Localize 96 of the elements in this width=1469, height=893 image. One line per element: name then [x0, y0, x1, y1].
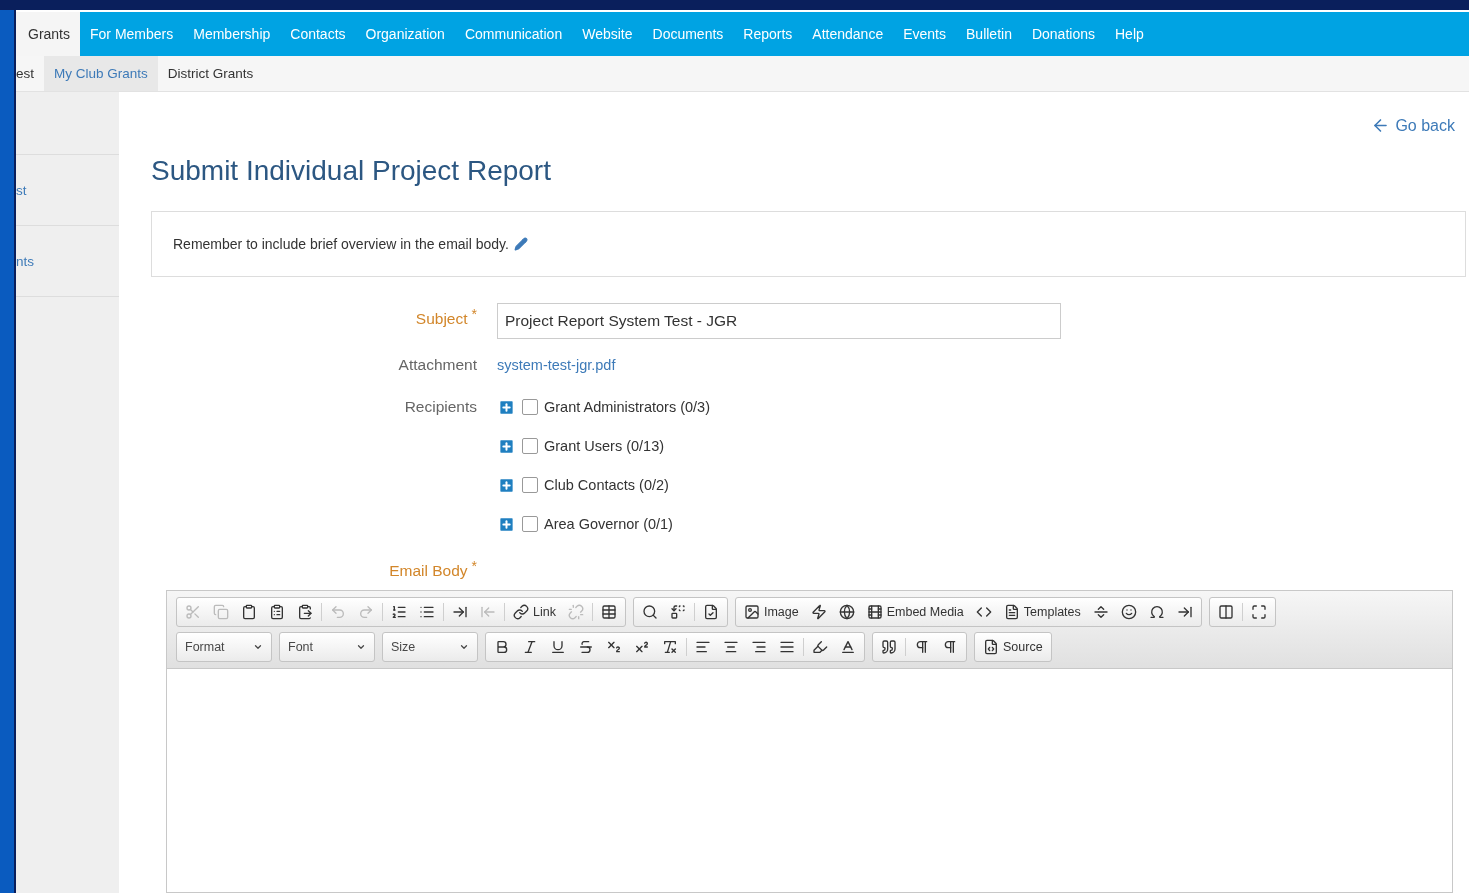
- italic-icon: [522, 639, 538, 655]
- checkbox-label: Grant Administrators (0/3): [544, 399, 710, 415]
- subnav-tab[interactable]: District Grants: [157, 56, 264, 91]
- nav-tab[interactable]: Events: [893, 12, 956, 56]
- pencil-icon[interactable]: [513, 237, 528, 251]
- unlink-icon: [567, 604, 584, 620]
- attachment-link[interactable]: system-test-jgr.pdf: [497, 349, 616, 373]
- indent-icon: [452, 604, 468, 620]
- replace-icon: [669, 604, 686, 620]
- smiley-icon: [1120, 604, 1137, 620]
- superscript-icon: [634, 639, 650, 655]
- source-icon: [983, 639, 999, 655]
- caret-icon: [459, 642, 469, 652]
- quote-icon: [881, 639, 897, 655]
- paste-icon: [241, 604, 257, 620]
- bold-icon: [494, 639, 510, 655]
- dropdown[interactable]: Format: [177, 633, 271, 661]
- nav-tab[interactable]: For Members: [80, 12, 184, 56]
- notice-text: Remember to include brief overview in the email body.: [173, 236, 509, 252]
- toolbar-button[interactable]: Link: [507, 600, 562, 624]
- checkbox[interactable]: [522, 438, 538, 454]
- toolbar-button[interactable]: Source: [977, 635, 1049, 659]
- omega-icon: [1148, 604, 1165, 620]
- nav-tab[interactable]: Documents: [642, 12, 734, 56]
- checkbox[interactable]: [522, 399, 538, 415]
- film-icon: [866, 604, 883, 620]
- paste-word-icon: [297, 604, 313, 620]
- table-icon: [600, 604, 617, 620]
- copy-icon: [213, 604, 229, 620]
- align-left-icon: [695, 639, 711, 655]
- nav-tab[interactable]: Communication: [454, 12, 573, 56]
- bulleted-list-icon: [419, 604, 435, 620]
- nav-tab[interactable]: Membership: [183, 12, 281, 56]
- redo-icon: [358, 604, 374, 620]
- nav-tab[interactable]: Help: [1105, 12, 1154, 56]
- iframe-icon: [975, 604, 992, 620]
- globe-icon: [838, 604, 855, 620]
- horizontal-line-icon: [1092, 604, 1109, 620]
- left-to-right-icon: [914, 639, 930, 655]
- document-icon: [1003, 604, 1020, 620]
- strikethrough-icon: [578, 639, 594, 655]
- undo-icon: [330, 604, 346, 620]
- spellcheck-icon: [702, 604, 719, 620]
- subject-field[interactable]: Project Report System Test - JGR: [497, 303, 1061, 339]
- checkbox-label: Grant Users (0/13): [544, 438, 665, 454]
- caret-icon: [253, 642, 263, 652]
- underline-icon: [550, 639, 566, 655]
- nav-tab[interactable]: Donations: [1021, 12, 1105, 56]
- sidebar-item[interactable]: st: [16, 155, 119, 226]
- dropdown[interactable]: Size: [383, 633, 477, 661]
- page-break-icon: [1176, 604, 1193, 620]
- text-color-icon: [840, 639, 856, 655]
- remove-format-icon: [662, 639, 678, 655]
- checkbox[interactable]: [522, 516, 538, 532]
- search-icon: [641, 604, 658, 620]
- toolbar-button[interactable]: Embed Media: [860, 600, 970, 624]
- checkbox-label: Club Contacts (0/2): [544, 477, 669, 493]
- maximize-icon: [1250, 604, 1267, 620]
- checkbox-label: Area Governor (0/1): [544, 516, 673, 532]
- dropdown[interactable]: Font: [280, 633, 374, 661]
- checkbox[interactable]: [522, 477, 538, 493]
- toolbar-button[interactable]: Templates: [997, 600, 1087, 624]
- numbered-list-icon: [391, 604, 407, 620]
- required-mark: *: [471, 558, 477, 576]
- nav-tab[interactable]: Grants: [16, 12, 80, 56]
- page-title: Submit Individual Project Report: [151, 155, 552, 187]
- background-color-icon: [812, 639, 828, 655]
- sidebar-item[interactable]: nts: [16, 226, 119, 297]
- field-label: Subject: [415, 310, 468, 328]
- align-center-icon: [723, 639, 739, 655]
- nav-tab[interactable]: Reports: [733, 12, 803, 56]
- field-label: Recipients: [404, 398, 477, 416]
- preview-icon: [1217, 604, 1234, 620]
- right-to-left-icon: [942, 639, 958, 655]
- align-right-icon: [751, 639, 767, 655]
- nav-tab[interactable]: Bulletin: [956, 12, 1022, 56]
- caret-icon: [356, 642, 366, 652]
- flash-icon: [810, 604, 827, 620]
- subscript-icon: [606, 639, 622, 655]
- outdent-icon: [480, 604, 496, 620]
- nav-tab[interactable]: Website: [572, 12, 643, 56]
- field-label: Attachment: [398, 356, 477, 374]
- go-back-link[interactable]: Go back: [1371, 116, 1455, 135]
- paste-text-icon: [269, 604, 285, 620]
- toolbar-button[interactable]: Image: [737, 600, 805, 624]
- required-mark: *: [471, 306, 477, 324]
- cut-icon: [185, 604, 201, 620]
- nav-tab[interactable]: Contacts: [280, 12, 356, 56]
- nav-tab[interactable]: Attendance: [802, 12, 894, 56]
- nav-tab[interactable]: Organization: [355, 12, 455, 56]
- image-icon: [743, 604, 760, 620]
- subnav-tab[interactable]: est: [16, 56, 44, 91]
- align-justify-icon: [779, 639, 795, 655]
- subnav-tab[interactable]: My Club Grants: [44, 56, 158, 91]
- field-label: Email Body: [389, 562, 468, 580]
- link-icon: [513, 604, 529, 620]
